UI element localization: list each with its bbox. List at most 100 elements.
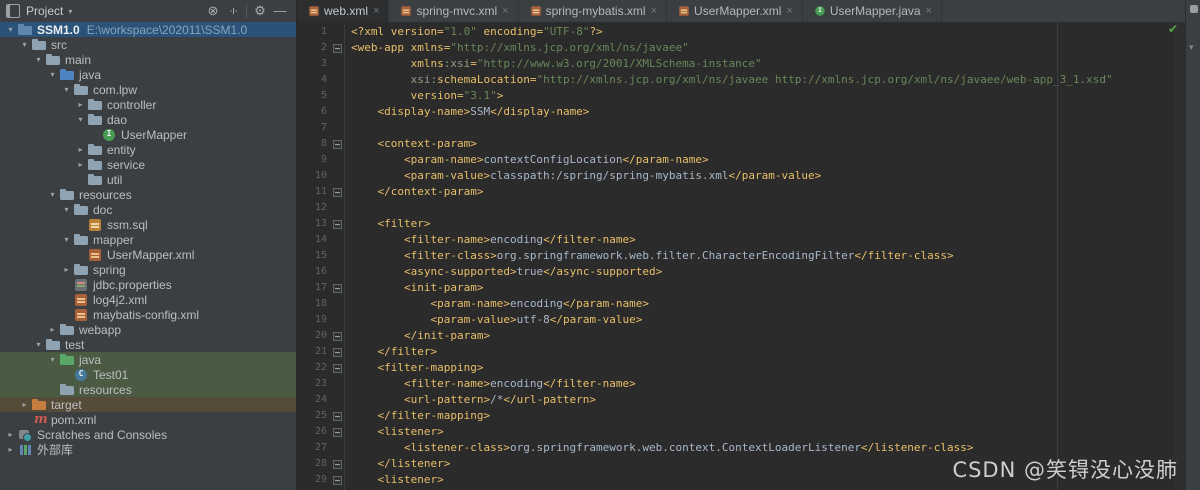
line-number: 9 xyxy=(320,154,327,165)
tree-item-ssm-sql[interactable]: ssm.sql xyxy=(0,217,296,232)
chevron-right-icon[interactable]: ▸ xyxy=(4,445,17,454)
tree-item-util[interactable]: util xyxy=(0,172,296,187)
code-text: <filter> xyxy=(351,217,431,230)
tree-item-target[interactable]: ▸ target xyxy=(0,397,296,412)
tree-item-controller[interactable]: ▸ controller xyxy=(0,97,296,112)
code-text: version="3.1"> xyxy=(351,89,504,102)
tree-item-maybatis-config-xml[interactable]: maybatis-config.xml xyxy=(0,307,296,322)
hide-icon[interactable]: — xyxy=(270,0,290,22)
tree-item-src[interactable]: ▾ src xyxy=(0,37,296,52)
chevron-down-icon[interactable]: ▾ xyxy=(60,85,73,94)
tree-item-ssm1-0[interactable]: ▾ SSM1.0 E:\workspace\202011\SSM1.0 xyxy=(0,22,296,37)
xml-file-icon xyxy=(529,5,542,18)
tab-spring-mybatis-xml[interactable]: spring-mybatis.xml × xyxy=(518,0,668,22)
settings-icon[interactable]: ⚙ xyxy=(250,0,270,22)
tree-item-jdbc-properties[interactable]: jdbc.properties xyxy=(0,277,296,292)
code-line: 9 <param-name>contextConfigLocation</par… xyxy=(297,152,1185,168)
tree-item-com-lpw[interactable]: ▾ com.lpw xyxy=(0,82,296,97)
code-line: 14 <filter-name>encoding</filter-name> xyxy=(297,232,1185,248)
fold-marker-icon[interactable] xyxy=(331,456,345,472)
tab-label: spring-mybatis.xml xyxy=(545,4,646,18)
close-icon[interactable]: × xyxy=(651,5,657,17)
tree-item-dao[interactable]: ▾ dao xyxy=(0,112,296,127)
line-number: 22 xyxy=(314,362,327,373)
tree-item-test01[interactable]: Test01 xyxy=(0,367,296,382)
close-icon[interactable]: × xyxy=(926,5,932,17)
chevron-right-icon[interactable]: ▸ xyxy=(46,325,59,334)
tool-stripe-icon[interactable] xyxy=(1190,5,1198,13)
fold-marker-icon[interactable] xyxy=(331,360,345,376)
chevron-down-icon[interactable]: ▾ xyxy=(60,205,73,214)
tree-item-service[interactable]: ▸ service xyxy=(0,157,296,172)
tree-item-java[interactable]: ▾ java xyxy=(0,352,296,367)
chevron-down-icon[interactable]: ▾ xyxy=(46,70,59,79)
fold-marker-icon[interactable] xyxy=(331,328,345,344)
tree-item-resources[interactable]: ▾ resources xyxy=(0,187,296,202)
project-view-selector[interactable]: Project xyxy=(26,4,63,18)
tree-item-entity[interactable]: ▸ entity xyxy=(0,142,296,157)
chevron-down-icon[interactable]: ▾ xyxy=(32,340,45,349)
line-number: 1 xyxy=(320,26,327,37)
tree-item-main[interactable]: ▾ main xyxy=(0,52,296,67)
line-number: 11 xyxy=(314,186,327,197)
toolbar-divider xyxy=(246,4,247,18)
tree-item-pom-xml[interactable]: pom.xml xyxy=(0,412,296,427)
fold-marker-icon[interactable] xyxy=(331,280,345,296)
tree-item-doc[interactable]: ▾ doc xyxy=(0,202,296,217)
chevron-right-icon[interactable]: ▸ xyxy=(4,430,17,439)
fold-marker-icon[interactable] xyxy=(331,40,345,56)
fold-marker-icon[interactable] xyxy=(331,184,345,200)
fold-marker-icon[interactable] xyxy=(331,408,345,424)
code-line: 26 <listener> xyxy=(297,424,1185,440)
collapsed-marker-icon[interactable]: ▾ xyxy=(1189,42,1194,53)
chevron-down-icon[interactable]: ▾ xyxy=(46,355,59,364)
chevron-down-icon[interactable]: ▾ xyxy=(60,235,73,244)
fold-marker-icon[interactable] xyxy=(331,136,345,152)
chevron-right-icon[interactable]: ▸ xyxy=(18,400,31,409)
code-editor[interactable]: ✔ 1 <?xml version="1.0" encoding="UTF-8"?… xyxy=(297,22,1185,490)
chevron-right-icon[interactable]: ▸ xyxy=(60,265,73,274)
chevron-down-icon[interactable]: ▾ xyxy=(74,115,87,124)
tree-item-usermapper-xml[interactable]: UserMapper.xml xyxy=(0,247,296,262)
close-icon[interactable]: × xyxy=(502,5,508,17)
code-line: 18 <param-name>encoding</param-name> xyxy=(297,296,1185,312)
tree-item-spring[interactable]: ▸ spring xyxy=(0,262,296,277)
tree-item-java[interactable]: ▾ java xyxy=(0,67,296,82)
fold-marker-icon[interactable] xyxy=(331,472,345,488)
chevron-right-icon[interactable]: ▸ xyxy=(74,100,87,109)
tree-item-label: log4j2.xml xyxy=(93,292,148,307)
chevron-right-icon[interactable]: ▸ xyxy=(74,160,87,169)
chevron-down-icon[interactable]: ▾ xyxy=(68,7,72,16)
line-number: 5 xyxy=(320,90,327,101)
tab-spring-mvc-xml[interactable]: spring-mvc.xml × xyxy=(389,0,519,22)
chevron-down-icon[interactable]: ▾ xyxy=(46,190,59,199)
tree-item-resources[interactable]: resources xyxy=(0,382,296,397)
tree-item-webapp[interactable]: ▸ webapp xyxy=(0,322,296,337)
chevron-down-icon[interactable]: ▾ xyxy=(18,40,31,49)
tab-usermapper-java[interactable]: UserMapper.java × xyxy=(802,0,942,22)
chevron-down-icon[interactable]: ▾ xyxy=(32,55,45,64)
fold-marker-icon[interactable] xyxy=(331,424,345,440)
fold-marker-icon[interactable] xyxy=(331,216,345,232)
tree-item-scratches-and-consoles[interactable]: ▸ Scratches and Consoles xyxy=(0,427,296,442)
code-text: <listener-class>org.springframework.web.… xyxy=(351,441,974,454)
line-number: 7 xyxy=(320,122,327,133)
close-icon[interactable]: × xyxy=(786,5,792,17)
chevron-down-icon[interactable]: ▾ xyxy=(4,25,17,34)
fold-marker-icon[interactable] xyxy=(331,344,345,360)
tree-item-log4j2-xml[interactable]: log4j2.xml xyxy=(0,292,296,307)
tab-usermapper-xml[interactable]: UserMapper.xml × xyxy=(667,0,803,22)
collapse-all-icon[interactable]: ÷ xyxy=(222,1,244,21)
tree-item-usermapper[interactable]: UserMapper xyxy=(0,127,296,142)
locate-icon[interactable]: ⊗ xyxy=(203,0,223,22)
right-margin-guide xyxy=(1057,22,1058,490)
close-icon[interactable]: × xyxy=(373,5,379,17)
inspection-ok-icon[interactable]: ✔ xyxy=(1168,22,1178,36)
editor-scrollbar[interactable] xyxy=(1173,22,1185,490)
tree-item-item[interactable]: ▸ 外部库 xyxy=(0,442,296,457)
tree-item-mapper[interactable]: ▾ mapper xyxy=(0,232,296,247)
line-number: 21 xyxy=(314,346,327,357)
tab-web-xml[interactable]: web.xml × xyxy=(297,0,390,22)
tree-item-test[interactable]: ▾ test xyxy=(0,337,296,352)
chevron-right-icon[interactable]: ▸ xyxy=(74,145,87,154)
